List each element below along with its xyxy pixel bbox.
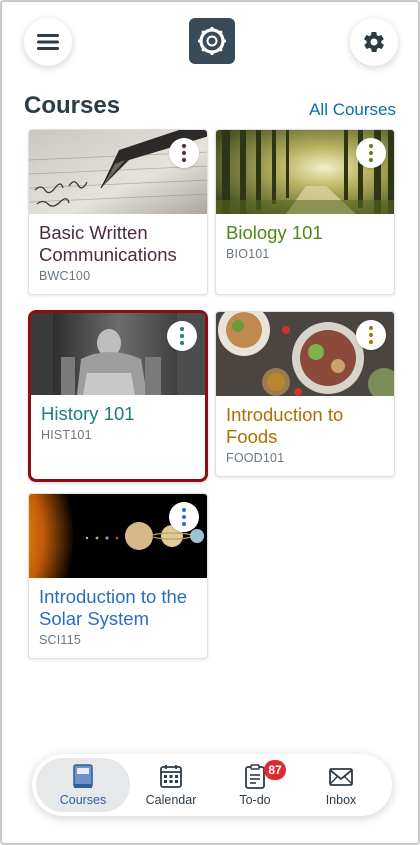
course-code: FOOD101: [226, 451, 285, 465]
settings-button[interactable]: [350, 18, 398, 66]
tab-calendar[interactable]: Calendar: [124, 758, 218, 812]
course-options-button[interactable]: [356, 138, 386, 168]
course-image-food-plates: [216, 312, 394, 396]
courses-heading: Courses: [24, 92, 121, 119]
course-name: Introduction to Foods: [226, 404, 344, 447]
menu-button[interactable]: [24, 18, 72, 66]
canvas-logo-icon: [197, 26, 227, 56]
course-code: BWC100: [39, 269, 91, 283]
tab-courses[interactable]: Courses: [36, 758, 130, 812]
course-name: Basic Written Communications: [39, 222, 177, 265]
course-code: SCI115: [39, 633, 81, 647]
envelope-icon: [329, 768, 353, 786]
tab-label: Inbox: [325, 793, 357, 807]
book-icon: [73, 764, 93, 788]
course-options-button[interactable]: [356, 320, 386, 350]
course-card-food101[interactable]: Introduction to Foods FOOD101: [215, 311, 395, 477]
all-courses-link[interactable]: All Courses: [309, 100, 396, 120]
canvas-logo: [189, 18, 235, 64]
course-options-button[interactable]: [169, 502, 199, 532]
course-name: Biology 101: [226, 222, 323, 243]
hamburger-menu-icon: [37, 34, 59, 50]
course-image-forest: [216, 130, 394, 214]
course-image-solar-system: [29, 494, 207, 578]
tab-label: Courses: [59, 793, 107, 807]
tab-label: Calendar: [145, 793, 197, 807]
course-card-hist101[interactable]: History 101 HIST101: [28, 310, 208, 482]
course-image-pen-writing: [29, 130, 207, 214]
app-frame: Courses All Courses Basic Written Commun…: [0, 0, 420, 845]
course-card-bio101[interactable]: Biology 101 BIO101: [215, 129, 395, 295]
tab-todo[interactable]: To-do: [208, 758, 302, 812]
course-name: Introduction to the Solar System: [39, 586, 188, 629]
course-options-button[interactable]: [167, 321, 197, 351]
course-card-bwc100[interactable]: Basic Written Communications BWC100: [28, 129, 208, 295]
tab-label: To-do: [239, 793, 271, 807]
course-code: HIST101: [41, 428, 92, 442]
course-image-lincoln-memorial: [31, 313, 205, 395]
calendar-icon: [160, 765, 182, 788]
gear-icon: [364, 32, 384, 52]
course-name: History 101: [41, 403, 135, 424]
course-options-button[interactable]: [169, 138, 199, 168]
tab-inbox[interactable]: Inbox: [294, 758, 388, 812]
bottom-tab-bar: Courses Calendar To-do 87 Inbox: [32, 754, 392, 816]
todo-count-badge: 87: [264, 760, 286, 780]
course-card-sci115[interactable]: Introduction to the Solar System SCI115: [28, 493, 208, 659]
course-code: BIO101: [226, 247, 270, 261]
